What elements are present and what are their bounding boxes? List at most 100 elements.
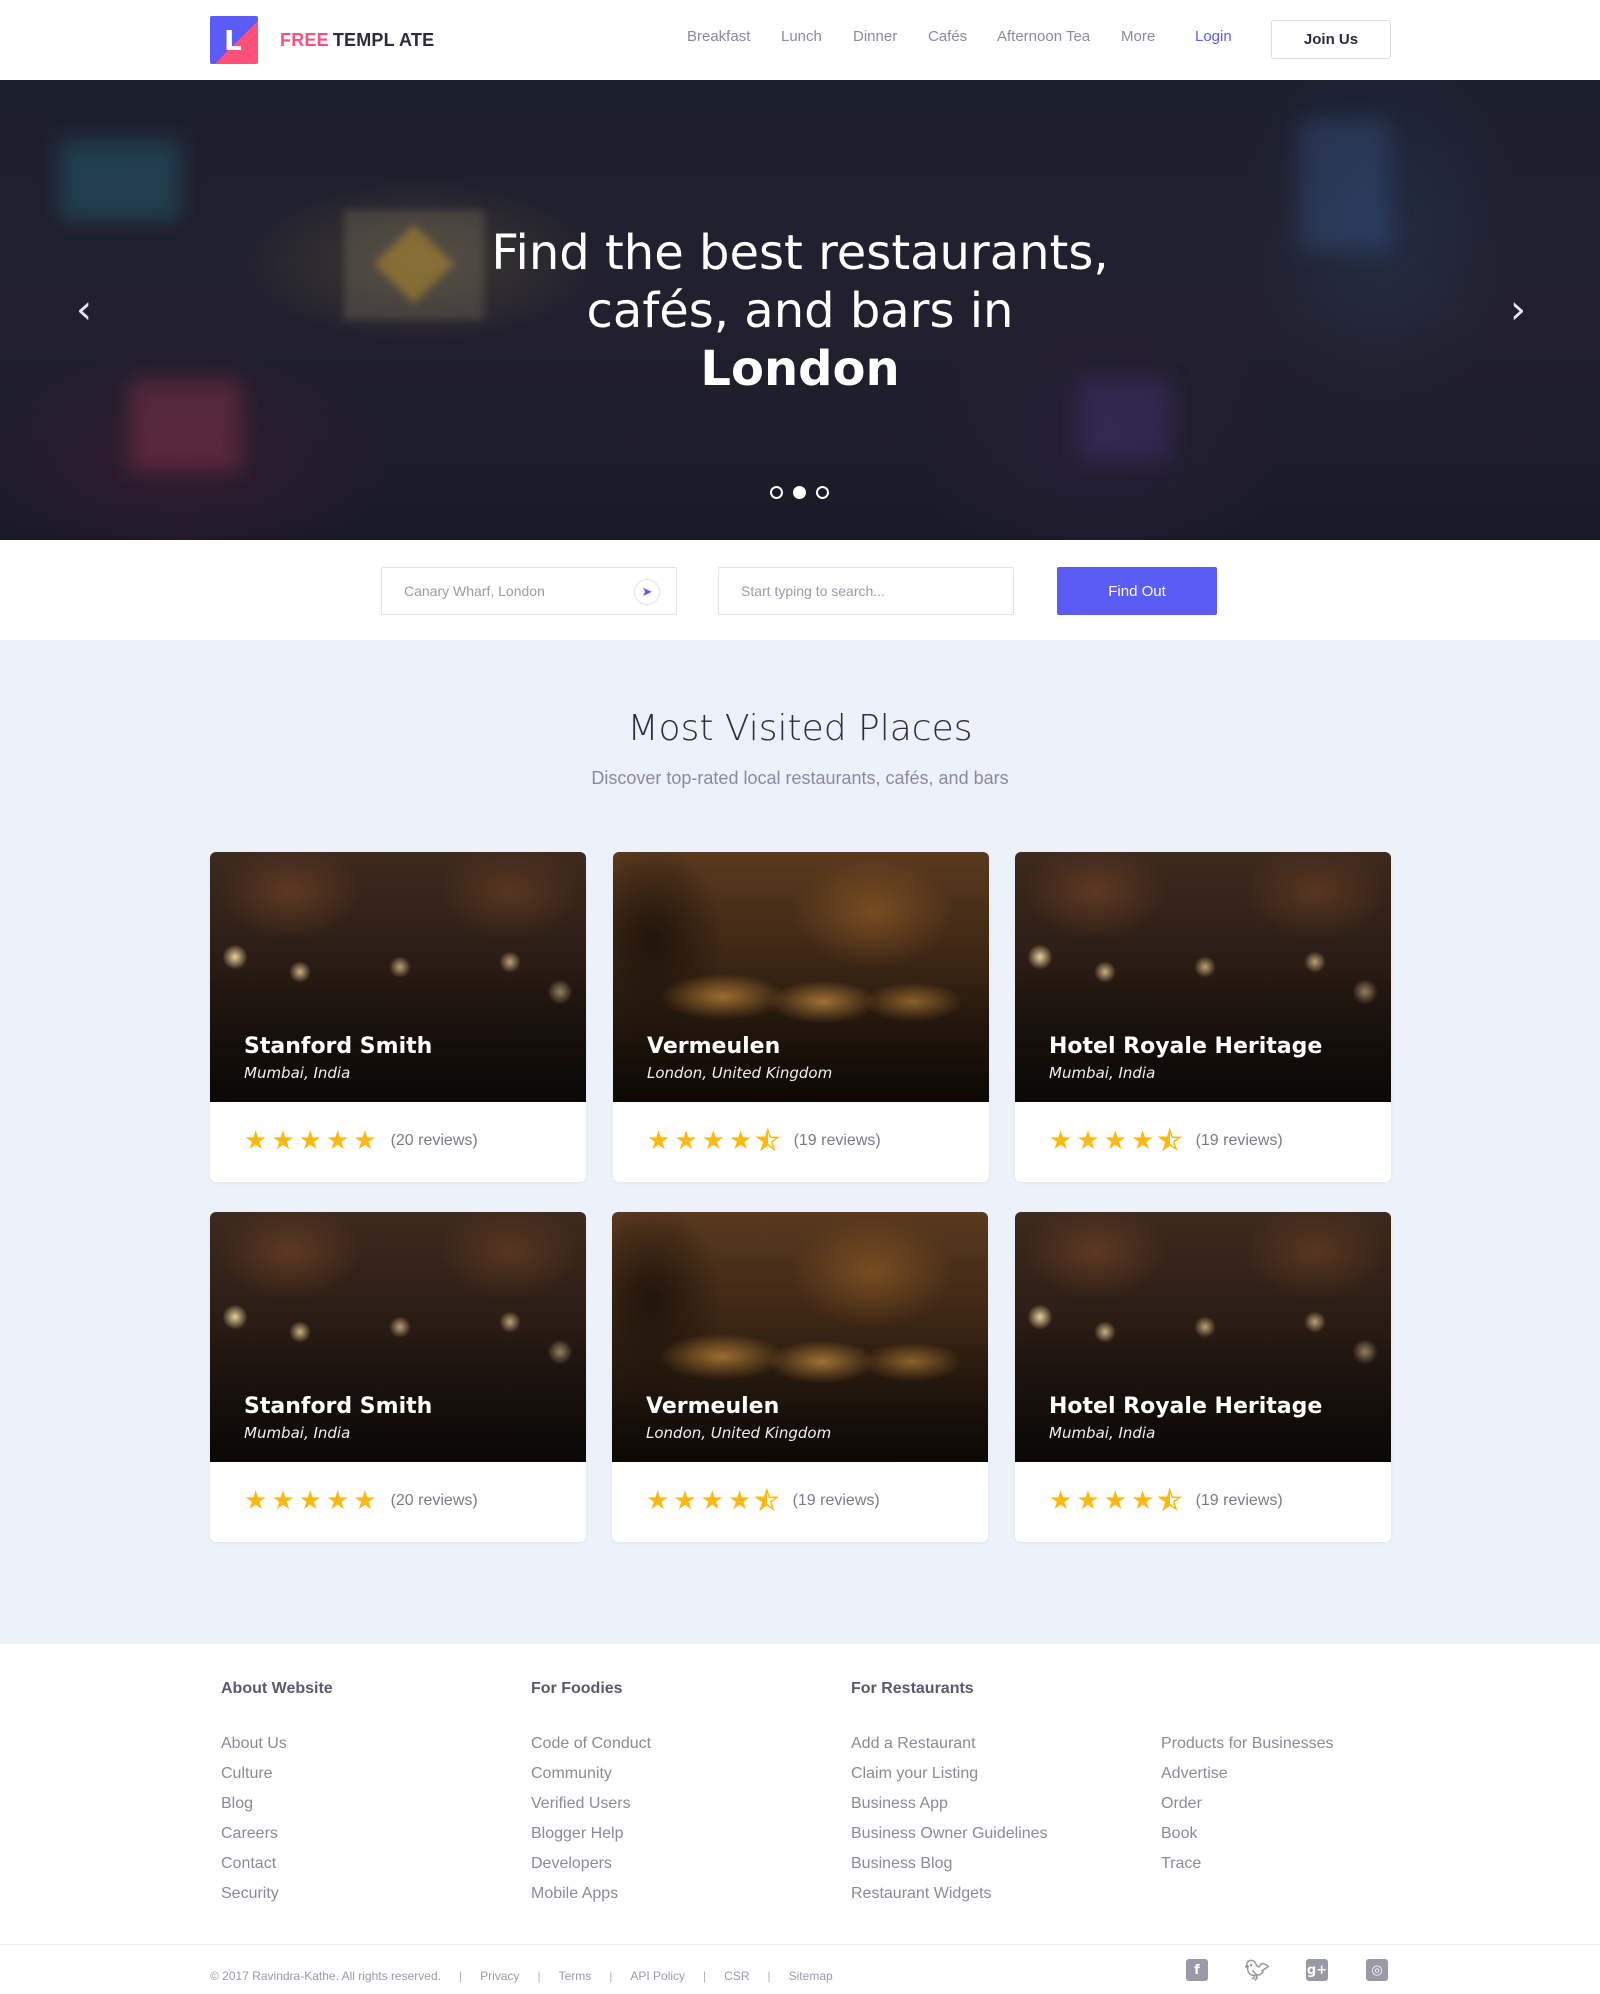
footer-column-restaurants: For Restaurants Add a Restaurant Claim y… — [851, 1680, 1048, 1909]
nav-link-breakfast[interactable]: Breakfast — [687, 28, 750, 45]
site-footer: About Website About Us Culture Blog Care… — [0, 1644, 1600, 1944]
footer-link[interactable]: Code of Conduct — [531, 1729, 651, 1759]
google-plus-icon[interactable]: g+ — [1306, 1959, 1328, 1981]
place-card[interactable]: Vermeulen London, United Kingdom ★ ★ ★ ★ ★ (… — [613, 852, 989, 1182]
star-icon: ★ — [244, 1486, 268, 1516]
footer-link[interactable]: Culture — [221, 1759, 333, 1789]
half-star-icon: ★ — [754, 1486, 779, 1516]
footer-link[interactable]: Order — [1161, 1789, 1334, 1819]
nav-link-cafes[interactable]: Cafés — [928, 28, 967, 45]
footer-link[interactable]: Developers — [531, 1849, 651, 1879]
footer-link[interactable]: Advertise — [1161, 1759, 1334, 1789]
footer-link[interactable]: Business App — [851, 1789, 1048, 1819]
section-subtitle: Discover top-rated local restaurants, ca… — [591, 768, 1009, 788]
star-icon: ★ — [646, 1486, 670, 1516]
footer-link[interactable]: Careers — [221, 1819, 333, 1849]
star-icon: ★ — [1076, 1486, 1100, 1516]
footer-link[interactable]: Community — [531, 1759, 651, 1789]
place-rating: ★ ★ ★ ★ ★ (20 reviews) — [244, 1488, 478, 1514]
footer-link[interactable]: Book — [1161, 1819, 1334, 1849]
search-input[interactable]: Start typing to search... — [718, 567, 1014, 615]
footer-link[interactable]: Business Blog — [851, 1849, 1048, 1879]
facebook-icon[interactable]: f — [1186, 1959, 1208, 1981]
footer-link[interactable]: Contact — [221, 1849, 333, 1879]
half-star-icon: ★ — [755, 1126, 780, 1156]
footer-heading: For Foodies — [531, 1680, 623, 1697]
carousel-dot-2[interactable] — [793, 486, 806, 499]
twitter-icon[interactable]: 🐦︎ — [1244, 1958, 1269, 1982]
chevron-left-icon[interactable]: ‹ — [64, 290, 104, 330]
place-name: Vermeulen — [646, 1394, 780, 1419]
hero-headline: Find the best restaurants, cafés, and ba… — [491, 225, 1109, 397]
hero-background-blur — [1300, 120, 1390, 250]
footer-link[interactable]: Claim your Listing — [851, 1759, 1048, 1789]
place-location: Mumbai, India — [244, 1424, 351, 1442]
navigation-arrow-icon[interactable]: ➤ — [634, 579, 660, 605]
star-icon: ★ — [353, 1486, 377, 1516]
nav-link-more[interactable]: More — [1121, 28, 1155, 45]
terms-link[interactable]: Terms — [559, 1969, 592, 1983]
chevron-right-icon[interactable]: › — [1498, 290, 1538, 330]
star-icon: ★ — [673, 1486, 697, 1516]
legal-row: © 2017 Ravindra-Kathe. All rights reserv… — [210, 1969, 833, 1983]
footer-link[interactable]: Verified Users — [531, 1789, 651, 1819]
place-rating: ★ ★ ★ ★ ★ (20 reviews) — [244, 1128, 478, 1154]
star-icon: ★ — [727, 1486, 752, 1516]
footer-link[interactable]: Mobile Apps — [531, 1879, 651, 1909]
nav-link-afternoon-tea[interactable]: Afternoon Tea — [997, 28, 1090, 45]
star-rating: ★ ★ ★ ★ ★ — [646, 1486, 779, 1516]
place-name: Stanford Smith — [244, 1394, 433, 1419]
footer-link[interactable]: Products for Businesses — [1161, 1729, 1334, 1759]
star-icon: ★ — [674, 1126, 698, 1156]
login-link[interactable]: Login — [1195, 28, 1232, 45]
api-policy-link[interactable]: API Policy — [630, 1969, 685, 1983]
footer-column-about: About Website About Us Culture Blog Care… — [221, 1680, 333, 1909]
csr-link[interactable]: CSR — [724, 1969, 749, 1983]
find-out-button[interactable]: Find Out — [1057, 567, 1217, 615]
hero-carousel: Find the best restaurants, cafés, and ba… — [0, 80, 1600, 540]
sitemap-link[interactable]: Sitemap — [789, 1969, 833, 1983]
place-card[interactable]: Hotel Royale Heritage Mumbai, India ★ ★ ★ ★… — [1015, 852, 1391, 1182]
footer-link[interactable]: Blogger Help — [531, 1819, 651, 1849]
star-icon: ★ — [271, 1126, 295, 1156]
review-count: (19 reviews) — [792, 1492, 880, 1509]
footer-link[interactable]: About Us — [221, 1729, 333, 1759]
review-count: (20 reviews) — [390, 1492, 478, 1509]
carousel-dots — [770, 486, 829, 499]
join-us-button[interactable]: Join Us — [1271, 20, 1391, 59]
review-count: (19 reviews) — [1195, 1132, 1283, 1149]
privacy-link[interactable]: Privacy — [480, 1969, 519, 1983]
star-icon: ★ — [325, 1126, 350, 1156]
footer-heading: About Website — [221, 1680, 333, 1697]
star-icon: ★ — [1103, 1486, 1127, 1516]
footer-link[interactable]: Add a Restaurant — [851, 1729, 1048, 1759]
star-icon: ★ — [701, 1126, 725, 1156]
star-rating: ★ ★ ★ ★ ★ — [1049, 1486, 1182, 1516]
footer-link[interactable]: Security — [221, 1879, 333, 1909]
footer-column-business: Products for Businesses Advertise Order … — [1161, 1680, 1334, 1879]
place-card[interactable]: Stanford Smith Mumbai, India ★ ★ ★ ★ ★ (20 r… — [210, 1212, 586, 1542]
place-location: Mumbai, India — [1049, 1424, 1156, 1442]
nav-link-lunch[interactable]: Lunch — [781, 28, 822, 45]
nav-link-dinner[interactable]: Dinner — [853, 28, 897, 45]
star-icon: ★ — [271, 1486, 295, 1516]
footer-link[interactable]: Business Owner Guidelines — [851, 1819, 1048, 1849]
place-location: London, United Kingdom — [646, 1424, 832, 1442]
star-icon: ★ — [1076, 1126, 1100, 1156]
footer-link[interactable]: Trace — [1161, 1849, 1334, 1879]
footer-link[interactable]: Restaurant Widgets — [851, 1879, 1048, 1909]
place-card[interactable]: Vermeulen London, United Kingdom ★ ★ ★ ★ ★ (… — [612, 1212, 988, 1542]
star-icon: ★ — [1103, 1126, 1127, 1156]
place-rating: ★ ★ ★ ★ ★ (19 reviews) — [1049, 1126, 1283, 1156]
place-card[interactable]: Hotel Royale Heritage Mumbai, India ★ ★ ★ ★… — [1015, 1212, 1391, 1542]
star-icon: ★ — [325, 1486, 350, 1516]
carousel-dot-1[interactable] — [770, 486, 783, 499]
location-input[interactable]: Canary Wharf, London ➤ — [381, 567, 677, 615]
footer-link[interactable]: Blog — [221, 1789, 333, 1819]
instagram-icon[interactable]: ◎ — [1366, 1959, 1388, 1981]
footer-bottom-bar: © 2017 Ravindra-Kathe. All rights reserv… — [0, 1944, 1600, 1994]
place-card[interactable]: Stanford Smith Mumbai, India ★ ★ ★ ★ ★ (20 r… — [210, 852, 586, 1182]
most-visited-section: Most Visited Places Discover top-rated l… — [0, 640, 1600, 1644]
carousel-dot-3[interactable] — [816, 486, 829, 499]
star-icon: ★ — [298, 1486, 322, 1516]
